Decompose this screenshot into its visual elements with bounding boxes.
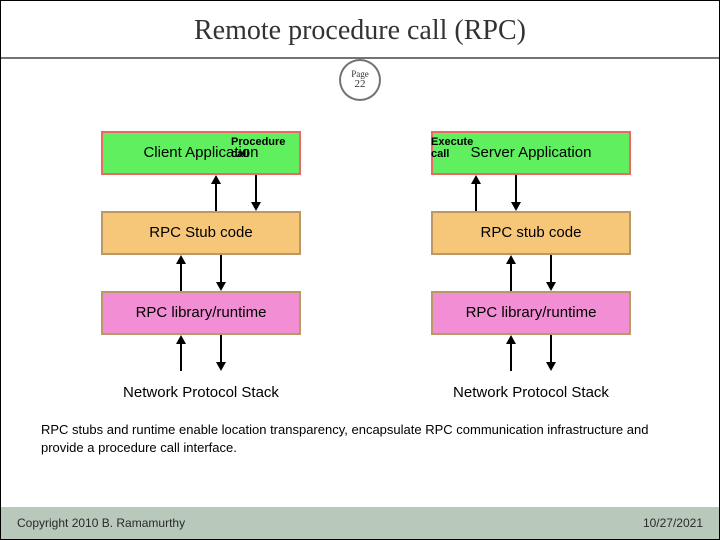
page-number: 22 <box>355 79 366 90</box>
client-netstack-box: Network Protocol Stack <box>101 371 301 415</box>
slide: Remote procedure call (RPC) Page 22 Clie… <box>0 0 720 540</box>
date-text: 10/27/2021 <box>643 516 703 530</box>
execute-call-label: Execute call <box>431 137 486 160</box>
page-badge: Page 22 <box>339 59 381 101</box>
procedure-call-label: Procedure call <box>231 137 301 160</box>
rpc-diagram: Client Application Procedure call RPC St… <box>1 131 719 451</box>
copyright-text: Copyright 2010 B. Ramamurthy <box>17 516 185 530</box>
client-stub-box: RPC Stub code <box>101 211 301 255</box>
server-runtime-box: RPC library/runtime <box>431 291 631 335</box>
server-stub-box: RPC stub code <box>431 211 631 255</box>
slide-title: Remote procedure call (RPC) <box>1 1 719 47</box>
server-netstack-box: Network Protocol Stack <box>431 371 631 415</box>
client-runtime-box: RPC library/runtime <box>101 291 301 335</box>
footer-bar: Copyright 2010 B. Ramamurthy 10/27/2021 <box>1 507 719 539</box>
caption-text: RPC stubs and runtime enable location tr… <box>41 421 679 457</box>
